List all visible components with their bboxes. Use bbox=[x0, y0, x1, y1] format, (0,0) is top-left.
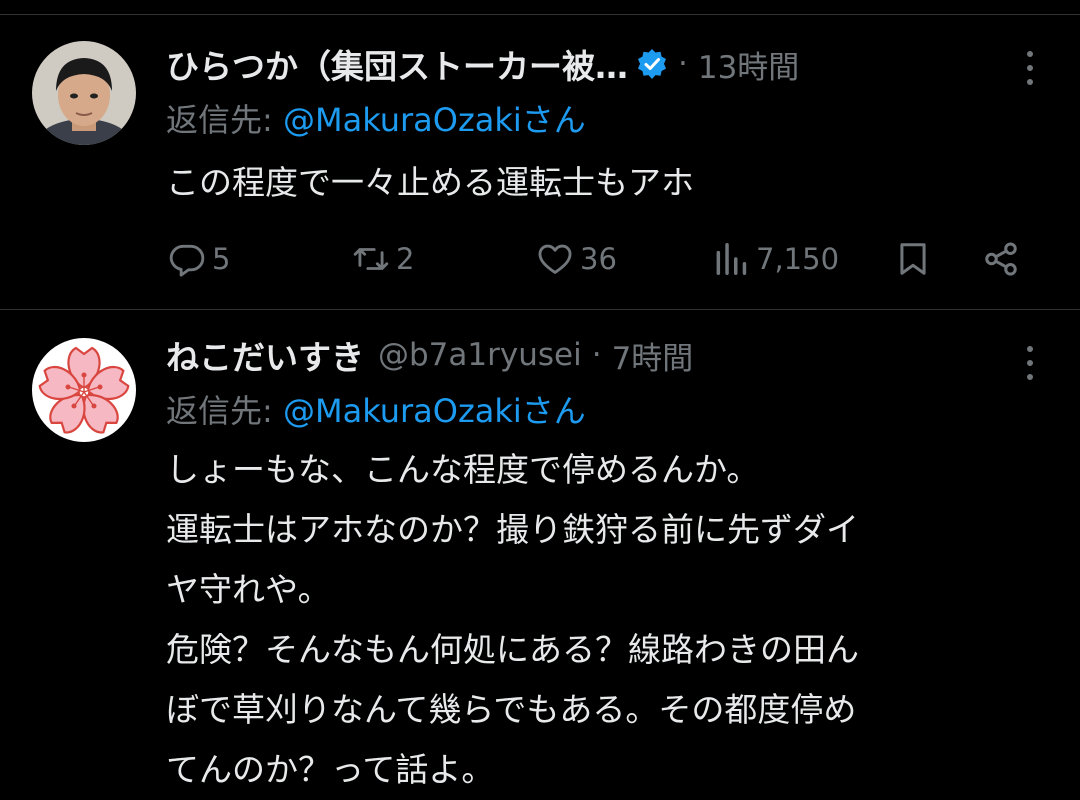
retweet-button[interactable]: 2 bbox=[352, 229, 414, 289]
timestamp[interactable]: 7時間 bbox=[612, 333, 694, 378]
reply-to-label: 返信先: bbox=[166, 392, 283, 430]
share-button[interactable] bbox=[982, 229, 1020, 289]
tweet-actions: 5 2 36 7,150 bbox=[0, 229, 1080, 289]
reply-to-label: 返信先: bbox=[166, 101, 283, 139]
avatar[interactable] bbox=[32, 338, 136, 442]
avatar[interactable] bbox=[32, 41, 136, 145]
like-button[interactable]: 36 bbox=[536, 229, 617, 289]
separator-dot: · bbox=[678, 46, 688, 82]
share-icon bbox=[985, 242, 1017, 276]
reply-mention-link[interactable]: @MakuraOzaki bbox=[283, 101, 522, 139]
top-divider bbox=[0, 0, 1080, 15]
retweet-count: 2 bbox=[396, 242, 415, 276]
display-name[interactable]: ねこだいすき bbox=[166, 331, 364, 379]
reply-mention-link[interactable]: @MakuraOzaki bbox=[283, 392, 522, 430]
tweet-header: ひらつか（集団ストーカー被… · 13時間 bbox=[166, 41, 990, 87]
reply-mention-suffix: さん bbox=[521, 392, 586, 430]
separator-dot: · bbox=[591, 337, 602, 373]
reply-mention-suffix: さん bbox=[521, 101, 586, 139]
tweet[interactable]: ひらつか（集団ストーカー被… · 13時間 返信先: @MakuraOzakiさ… bbox=[0, 15, 1080, 310]
reply-button[interactable]: 5 bbox=[168, 229, 230, 289]
reply-to-line: 返信先: @MakuraOzakiさん bbox=[166, 386, 586, 432]
views-bar-chart-icon bbox=[716, 243, 747, 275]
views-button[interactable]: 7,150 bbox=[712, 229, 839, 289]
user-handle[interactable]: @b7a1ryusei bbox=[378, 337, 582, 373]
retweet-icon bbox=[353, 248, 389, 270]
more-dots-icon[interactable] bbox=[1024, 346, 1036, 380]
views-count: 7,150 bbox=[756, 242, 840, 276]
reply-to-line: 返信先: @MakuraOzakiさん bbox=[166, 95, 586, 141]
more-dots-icon[interactable] bbox=[1024, 51, 1036, 85]
timestamp[interactable]: 13時間 bbox=[698, 42, 799, 87]
display-name[interactable]: ひらつか（集団ストーカー被… bbox=[166, 40, 628, 88]
sakura-avatar-image bbox=[32, 338, 136, 442]
bookmark-icon bbox=[900, 243, 926, 275]
like-count: 36 bbox=[580, 242, 617, 276]
heart-icon bbox=[538, 244, 572, 274]
tweet-text: しょーもな、こんな程度で停めるんか。 運転士はアホなのか？撮り鉄狩る前に先ずダイ… bbox=[166, 450, 859, 789]
reply-bubble-icon bbox=[169, 244, 205, 277]
tweet-header: ねこだいすき @b7a1ryusei · 7時間 bbox=[166, 332, 990, 378]
avatar-photo bbox=[32, 41, 136, 145]
reply-count: 5 bbox=[212, 242, 231, 276]
tweet[interactable]: ねこだいすき @b7a1ryusei · 7時間 返信先: @MakuraOza… bbox=[0, 310, 1080, 798]
tweet-text: この程度で一々止める運転士もアホ bbox=[166, 163, 694, 202]
bookmark-button[interactable] bbox=[894, 229, 932, 289]
verified-badge-icon[interactable] bbox=[636, 48, 668, 80]
